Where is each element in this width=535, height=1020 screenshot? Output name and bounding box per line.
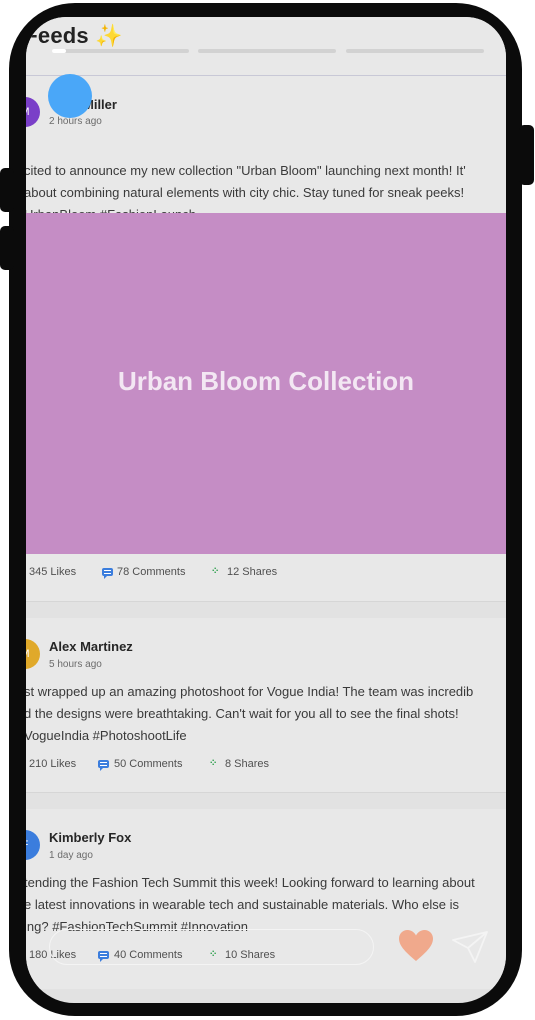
post-card[interactable]: M Miller 2 hours ago cited to announce m… (26, 76, 506, 601)
divider (26, 792, 506, 793)
post-text-line: d the designs were breathtaking. Can't w… (26, 706, 459, 721)
avatar[interactable]: M (26, 639, 40, 669)
post-image-caption: Urban Bloom Collection (117, 366, 415, 396)
share-count[interactable]: 8 Shares (225, 758, 269, 770)
post-text-line: st wrapped up an amazing photoshoot for … (26, 684, 474, 699)
post-time: 1 day ago (49, 850, 93, 861)
like-count[interactable]: 210 Likes (29, 758, 76, 770)
avatar[interactable]: M (26, 97, 40, 127)
story-progress-3 (346, 49, 484, 53)
post-text-line: about combining natural elements with ci… (26, 185, 465, 200)
volume-down-button (0, 226, 14, 270)
comment-count[interactable]: 78 Comments (117, 566, 185, 578)
post-text-line: e latest innovations in wearable tech an… (26, 897, 460, 912)
post-card[interactable]: M Alex Martinez 5 hours ago st wrapped u… (26, 618, 506, 792)
post-author[interactable]: Alex Martinez (49, 639, 133, 654)
post-image[interactable]: Urban Bloom Collection (26, 213, 506, 554)
comment-count[interactable]: 50 Comments (114, 758, 182, 770)
page-title: st Feeds ✨ (26, 23, 123, 48)
post-time: 2 hours ago (49, 116, 102, 127)
sparkle-icon: ✨ (95, 23, 123, 48)
comment-icon (98, 760, 109, 771)
volume-up-button (0, 168, 14, 212)
avatar[interactable]: F (26, 830, 40, 860)
post-text-line: cited to announce my new collection "Urb… (26, 163, 466, 178)
touch-indicator (48, 74, 92, 118)
comment-icon (102, 568, 113, 579)
like-count[interactable]: 345 Likes (29, 566, 76, 578)
share-icon: ⁘ (209, 758, 218, 769)
post-text-line: VogueIndia #PhotoshootLife (26, 728, 187, 743)
post-time: 5 hours ago (49, 659, 102, 670)
divider (26, 601, 506, 602)
share-count[interactable]: 12 Shares (227, 566, 277, 578)
send-icon[interactable] (451, 930, 489, 964)
post-text-line: tending the Fashion Tech Summit this wee… (26, 875, 475, 890)
comment-input[interactable] (49, 929, 374, 965)
share-icon: ⁘ (211, 566, 220, 577)
story-progress-2 (198, 49, 336, 53)
app-screen: st Feeds ✨ M Miller 2 hours ago cited to… (26, 17, 506, 1003)
feed-header: st Feeds ✨ (26, 17, 506, 76)
post-author[interactable]: Kimberly Fox (49, 830, 131, 845)
heart-icon[interactable] (398, 929, 434, 963)
power-button (519, 125, 534, 185)
story-progress-1 (52, 49, 189, 53)
